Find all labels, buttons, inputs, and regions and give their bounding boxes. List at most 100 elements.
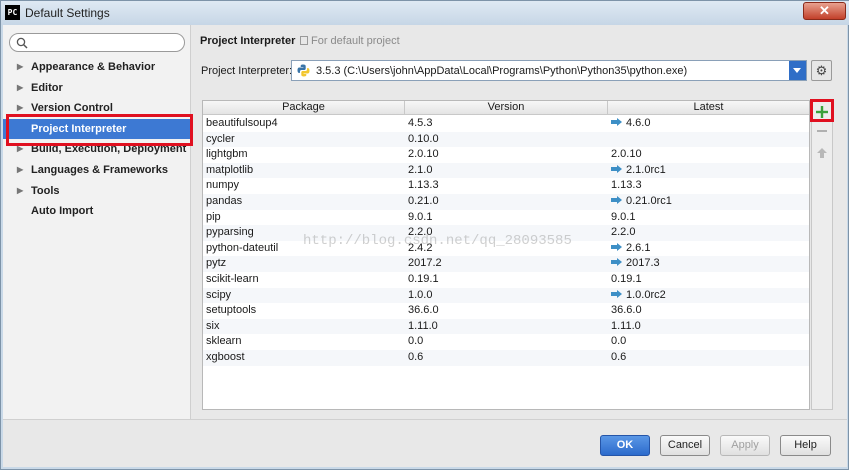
cell-version: 1.13.3 [408, 179, 439, 192]
sidebar-item-editor[interactable]: ▶ Editor [3, 78, 191, 99]
cell-latest: 36.6.0 [611, 303, 642, 318]
sidebar-item-label: Auto Import [31, 205, 94, 218]
cell-version: 9.0.1 [408, 210, 433, 223]
table-row[interactable]: pip 9.0.1 9.0.1 [203, 210, 809, 226]
latest-version-text: 1.13.3 [611, 179, 642, 192]
project-interpreter-panel: Project Interpreter For default project … [192, 25, 847, 419]
interpreter-value: 3.5.3 (C:\Users\john\AppData\Local\Progr… [316, 65, 688, 77]
table-row[interactable]: scikit-learn 0.19.1 0.19.1 [203, 272, 809, 288]
table-header: Package Version Latest [203, 101, 809, 115]
table-row[interactable]: six 1.11.0 1.11.0 [203, 318, 809, 335]
cell-version: 2017.2 [408, 257, 442, 270]
table-row[interactable]: cycler 0.10.0 [203, 131, 809, 148]
subtitle-text: For default project [311, 35, 400, 47]
table-row[interactable]: beautifulsoup4 4.5.3 4.6.0 [203, 116, 809, 132]
latest-version-text: 9.0.1 [611, 210, 636, 223]
close-button[interactable]: ✕ [803, 2, 846, 20]
chevron-down-icon[interactable] [789, 61, 806, 80]
cell-package: scikit-learn [206, 272, 259, 285]
remove-package-icon[interactable] [817, 130, 827, 132]
upgrade-package-icon[interactable] [816, 147, 828, 159]
table-row[interactable]: lightgbm 2.0.10 2.0.10 [203, 147, 809, 163]
latest-version-text: 2.0.10 [611, 148, 642, 161]
cell-latest: 1.11.0 [611, 319, 641, 334]
cell-package: xgboost [206, 350, 245, 363]
cell-version: 2.0.10 [408, 148, 439, 161]
cell-latest: 2.0.10 [611, 147, 642, 162]
chevron-right-icon[interactable]: ▶ [17, 78, 23, 98]
cell-latest: 2.1.0rc1 [611, 163, 666, 178]
table-row[interactable]: matplotlib 2.1.0 2.1.0rc1 [203, 162, 809, 179]
upgrade-available-icon [611, 242, 622, 251]
latest-version-text: 2.2.0 [611, 226, 636, 239]
column-header-latest[interactable]: Latest [608, 101, 809, 115]
column-header-version[interactable]: Version [405, 101, 608, 115]
cell-package: scipy [206, 288, 232, 301]
cell-version: 36.6.0 [408, 304, 439, 317]
table-row[interactable]: xgboost 0.6 0.6 [203, 349, 809, 366]
latest-version-text: 1.11.0 [611, 319, 641, 332]
search-input[interactable] [30, 36, 180, 50]
cell-package: python-dateutil [206, 241, 279, 254]
watermark-text: http://blog.csdn.net/qq_28093585 [303, 233, 572, 249]
latest-version-text: 0.19.1 [611, 272, 642, 285]
table-row[interactable]: pytz 2017.2 2017.3 [203, 256, 809, 272]
latest-version-text: 0.6 [611, 350, 627, 363]
apply-button[interactable]: Apply [720, 435, 770, 456]
cancel-button[interactable]: Cancel [660, 435, 710, 456]
package-toolbar [811, 100, 833, 410]
cell-version: 1.11.0 [408, 319, 438, 332]
cell-latest: 0.6 [611, 350, 626, 365]
page-subtitle: For default project [300, 35, 400, 47]
chevron-right-icon[interactable]: ▶ [17, 57, 23, 77]
settings-search[interactable] [9, 33, 185, 52]
dialog-body: ▶ Appearance & Behavior ▶ Editor ▶ Version Co… [3, 25, 847, 467]
table-row[interactable]: sklearn 0.0 0.0 [203, 334, 809, 350]
cell-version: 0.6 [408, 350, 424, 363]
chevron-right-icon[interactable]: ▶ [17, 181, 23, 201]
cell-package: matplotlib [206, 163, 254, 176]
cell-latest: 4.6.0 [611, 116, 650, 131]
latest-version-text: 4.6.0 [626, 117, 651, 129]
chevron-right-icon[interactable]: ▶ [17, 160, 23, 180]
interpreter-dropdown[interactable]: 3.5.3 (C:\Users\john\AppData\Local\Progr… [291, 60, 807, 81]
table-row[interactable]: setuptools 36.6.0 36.6.0 [203, 303, 809, 319]
search-icon [16, 37, 28, 49]
cell-package: lightgbm [206, 148, 248, 161]
cell-latest: 2.6.1 [611, 241, 650, 256]
gear-icon[interactable]: ⚙ [811, 60, 832, 81]
settings-sidebar: ▶ Appearance & Behavior ▶ Editor ▶ Version Co… [3, 25, 193, 419]
cell-version: 4.5.3 [408, 117, 433, 129]
table-row[interactable]: pandas 0.21.0 0.21.0rc1 [203, 193, 809, 210]
column-header-package[interactable]: Package [203, 101, 405, 115]
sidebar-item-languages-frameworks[interactable]: ▶ Languages & Frameworks [3, 160, 191, 181]
sidebar-item-label: Version Control [31, 102, 113, 115]
sidebar-item-appearance-behavior[interactable]: ▶ Appearance & Behavior [3, 57, 191, 78]
title-bar[interactable]: PC Default Settings ✕ [1, 1, 849, 25]
latest-version-text: 0.21.0rc1 [626, 194, 672, 207]
latest-version-text: 2017.3 [626, 257, 660, 270]
page-title: Project Interpreter [200, 35, 296, 47]
table-row[interactable]: scipy 1.0.0 1.0.0rc2 [203, 287, 809, 304]
cell-latest: 1.13.3 [611, 178, 642, 193]
cell-package: pyparsing [206, 226, 254, 239]
cell-package: numpy [206, 179, 240, 192]
cell-package: six [206, 319, 220, 332]
cell-version: 2.1.0 [408, 163, 433, 176]
latest-version-text: 1.0.0rc2 [626, 288, 666, 301]
sidebar-item-tools[interactable]: ▶ Tools [3, 181, 191, 202]
project-interpreter-highlight [6, 114, 193, 146]
cell-latest: 0.0 [611, 334, 626, 349]
cell-version: 1.0.0 [408, 288, 433, 301]
upgrade-available-icon [611, 118, 622, 126]
help-button[interactable]: Help [780, 435, 831, 456]
sidebar-item-label: Tools [31, 184, 60, 197]
packages-table: Package Version Latest beautifulsoup4 4.5… [202, 100, 810, 410]
ok-button[interactable]: OK [600, 435, 650, 456]
cell-package: setuptools [206, 304, 257, 317]
cell-latest: 2017.3 [611, 256, 660, 271]
cell-latest: 0.19.1 [611, 272, 642, 287]
table-row[interactable]: numpy 1.13.3 1.13.3 [203, 178, 809, 194]
cell-latest: 1.0.0rc2 [611, 288, 666, 303]
sidebar-item-auto-import[interactable]: Auto Import [3, 201, 191, 222]
